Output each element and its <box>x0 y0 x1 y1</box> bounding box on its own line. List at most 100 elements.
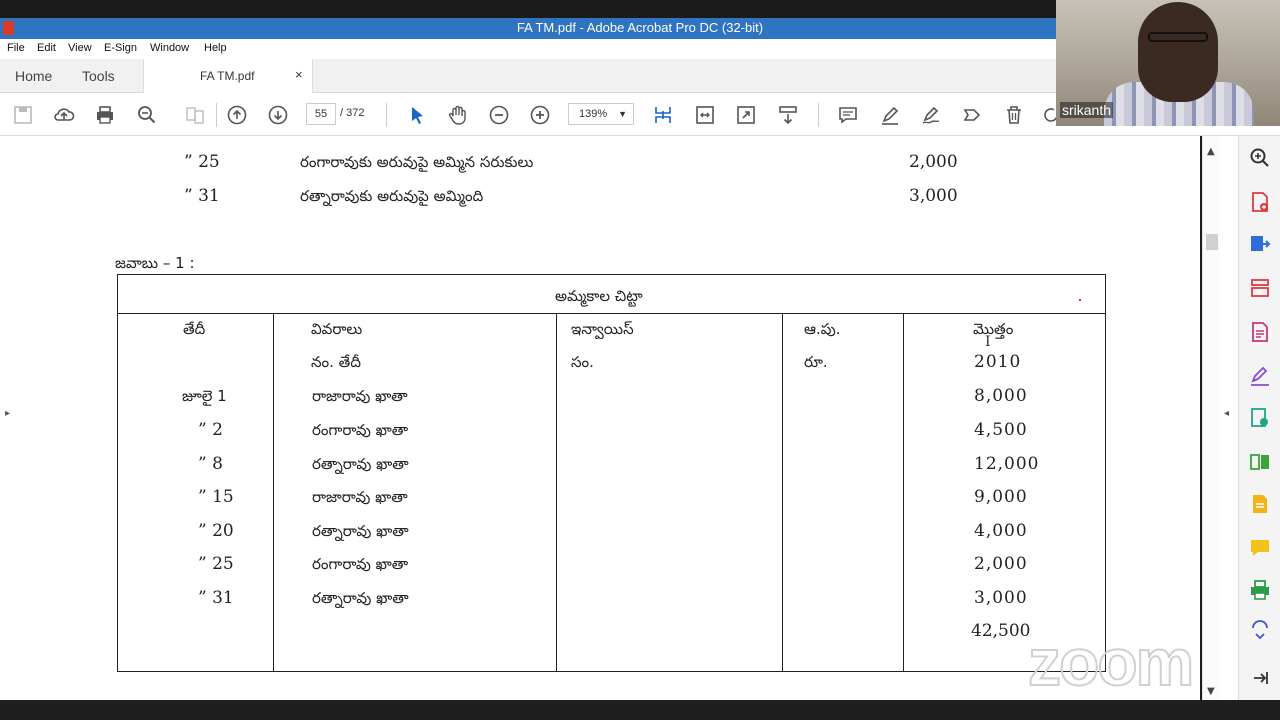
fit-page-icon[interactable] <box>652 104 674 126</box>
row-detail: రత్నారావు ఖాతా <box>312 455 409 473</box>
create-pdf-icon[interactable] <box>1248 190 1272 214</box>
header-details: వివరాలు <box>311 320 363 338</box>
previous-page-icon[interactable] <box>226 104 248 126</box>
sign-icon[interactable] <box>920 104 942 126</box>
toolbar-separator <box>216 103 217 127</box>
protect-icon[interactable] <box>1248 620 1272 644</box>
menu-help[interactable]: Help <box>204 42 227 54</box>
row-amount: 3,000 <box>974 588 1028 608</box>
red-dot-mark <box>1079 299 1081 301</box>
menu-file[interactable]: File <box>7 42 25 54</box>
header-invoice: ఇన్వాయిస్ <box>571 320 634 338</box>
header-invoice-sub: సం. <box>571 353 594 371</box>
expand-left-arrow-icon: ▸ <box>5 408 11 419</box>
menu-window[interactable]: Window <box>150 42 189 54</box>
header-lf-sub: రూ. <box>804 353 828 371</box>
pdf-page: ” 25 రంగారావుకు అరువుపై అమ్మిన సరుకులు 2… <box>18 136 1200 700</box>
tab-document[interactable]: FA TM.pdf × <box>143 59 313 93</box>
participant-glasses <box>1148 32 1208 42</box>
bottom-black-bar <box>0 700 1280 720</box>
compare-files-icon[interactable] <box>1248 450 1272 474</box>
page-number-input[interactable]: 55 <box>306 103 336 125</box>
right-panel-toggle[interactable]: ◂ <box>1220 136 1238 700</box>
collapse-pane-icon[interactable] <box>1248 666 1272 690</box>
search-zoom-icon[interactable] <box>1248 146 1272 170</box>
delete-trash-icon[interactable] <box>1003 104 1025 126</box>
save-icon[interactable] <box>12 104 34 126</box>
column-rule <box>556 313 557 672</box>
export-pdf-icon[interactable] <box>1248 232 1272 256</box>
next-page-icon[interactable] <box>267 104 289 126</box>
send-for-review-icon[interactable] <box>1248 406 1272 430</box>
comment-tool-icon[interactable] <box>1248 536 1272 560</box>
zoom-level-select[interactable]: 139% ▼ <box>568 103 634 125</box>
column-rule <box>782 313 783 672</box>
fill-sign-icon[interactable] <box>1248 364 1272 388</box>
scroll-mode-icon[interactable] <box>777 104 799 126</box>
top-row-detail: రంగారావుకు అరువుపై అమ్మిన సరుకులు <box>300 153 534 171</box>
print-production-icon[interactable] <box>1248 578 1272 602</box>
vertical-scrollbar[interactable]: ▲ ▼ <box>1202 136 1220 700</box>
table-header-rule <box>117 313 1106 314</box>
row-amount: 2,000 <box>974 554 1028 574</box>
participant-name: srikanth <box>1060 102 1114 118</box>
toolbar-separator <box>386 103 387 127</box>
organize-pages-icon[interactable] <box>1248 276 1272 300</box>
table-title: అమ్మకాల చిట్టా <box>555 287 643 305</box>
top-row-detail: రత్నారావుకు అరువుపై అమ్మింది <box>300 187 484 205</box>
row-date: ” 25 <box>198 554 234 574</box>
tab-tools[interactable]: Tools <box>82 68 115 84</box>
print-icon[interactable] <box>94 104 116 126</box>
row-detail: రాజారావు ఖాతా <box>312 387 408 405</box>
header-lf: ఆ.పు. <box>804 320 841 338</box>
header-year: 2010 <box>974 352 1022 372</box>
full-screen-icon[interactable] <box>735 104 757 126</box>
menu-edit[interactable]: Edit <box>37 42 56 54</box>
scroll-down-arrow-icon[interactable]: ▼ <box>1207 686 1215 697</box>
tab-document-label: FA TM.pdf <box>200 69 255 83</box>
hand-tool-icon[interactable] <box>447 104 469 126</box>
row-detail: రత్నారావు ఖాతా <box>312 522 409 540</box>
row-date: జూలై 1 <box>182 387 227 405</box>
combine-files-icon[interactable] <box>1248 492 1272 516</box>
row-date: ” 8 <box>198 454 223 474</box>
zoom-in-icon[interactable] <box>529 104 551 126</box>
tab-home[interactable]: Home <box>15 68 52 84</box>
row-date: ” 15 <box>198 487 234 507</box>
tab-close-icon[interactable]: × <box>295 67 303 82</box>
menu-view[interactable]: View <box>68 42 92 54</box>
upload-cloud-icon[interactable] <box>53 104 75 126</box>
menu-esign[interactable]: E-Sign <box>104 42 137 54</box>
fit-width-icon[interactable] <box>694 104 716 126</box>
zoom-search-icon[interactable] <box>136 104 158 126</box>
left-panel-toggle[interactable]: ▸ <box>0 136 18 700</box>
row-amount: 9,000 <box>974 487 1028 507</box>
text-cursor-icon: I <box>985 334 991 350</box>
top-row-amount: 3,000 <box>909 186 958 206</box>
zoom-watermark-logo: zoom <box>1027 624 1195 700</box>
page-total: / 372 <box>340 107 365 119</box>
row-amount: 8,000 <box>974 386 1028 406</box>
share-icon[interactable] <box>961 104 983 126</box>
chevron-down-icon: ▼ <box>618 109 627 119</box>
header-total: మొత్తం <box>973 320 1014 338</box>
participant-head <box>1138 2 1218 102</box>
header-date: తేదీ <box>183 320 206 338</box>
toolbar-separator <box>818 103 819 127</box>
page-thumbnail-icon[interactable] <box>184 104 206 126</box>
row-amount: 4,000 <box>974 521 1028 541</box>
select-cursor-icon[interactable] <box>406 104 428 126</box>
edit-pdf-icon[interactable] <box>1248 320 1272 344</box>
highlight-pen-icon[interactable] <box>879 104 901 126</box>
zoom-video-tile[interactable]: srikanth <box>1056 0 1280 126</box>
row-detail: రాజారావు ఖాతా <box>312 488 408 506</box>
scroll-up-arrow-icon[interactable]: ▲ <box>1207 146 1215 157</box>
scrollbar-thumb[interactable] <box>1206 234 1218 250</box>
top-row-date: ” 25 <box>184 152 220 172</box>
answer-label: జవాబు – 1 : <box>115 254 195 272</box>
row-detail: రత్నారావు ఖాతా <box>312 589 409 607</box>
zoom-out-icon[interactable] <box>488 104 510 126</box>
row-amount: 4,500 <box>974 420 1028 440</box>
comment-icon[interactable] <box>837 104 859 126</box>
row-date: ” 2 <box>198 420 223 440</box>
